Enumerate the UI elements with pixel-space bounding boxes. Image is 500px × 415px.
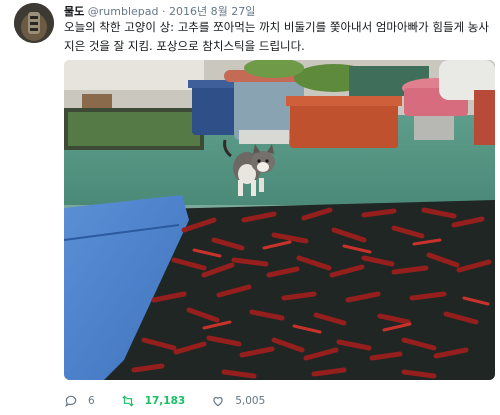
like-button[interactable]: 5,005	[211, 394, 265, 408]
display-name[interactable]: 물도	[64, 5, 84, 18]
tweet-photo[interactable]	[64, 60, 495, 380]
heart-icon	[213, 397, 223, 407]
tweet-date[interactable]: 2016년 8월 27일	[169, 5, 255, 18]
user-handle[interactable]: @rumblepad	[88, 5, 159, 18]
reply-icon	[65, 395, 77, 408]
retweet-button[interactable]: 17,183	[121, 394, 186, 408]
tweet-header: 물도 @rumblepad · 2016년 8월 27일	[64, 3, 255, 19]
retweet-icon	[122, 395, 134, 407]
retweet-count: 17,183	[144, 395, 186, 407]
tweet-actions: 6 17,183 5,005	[64, 392, 291, 410]
reply-count: 6	[88, 395, 95, 407]
reply-button[interactable]: 6	[64, 394, 95, 408]
tweet-text: 오늘의 착한 고양이 상: 고추를 쪼아먹는 까치 비둘기를 쫓아내서 엄마아빠…	[64, 20, 489, 53]
tweet: 물도 @rumblepad · 2016년 8월 27일 오늘의 착한 고양이 …	[0, 0, 500, 415]
avatar[interactable]	[14, 3, 54, 43]
like-count: 5,005	[235, 395, 266, 407]
header-separator: ·	[161, 5, 166, 18]
